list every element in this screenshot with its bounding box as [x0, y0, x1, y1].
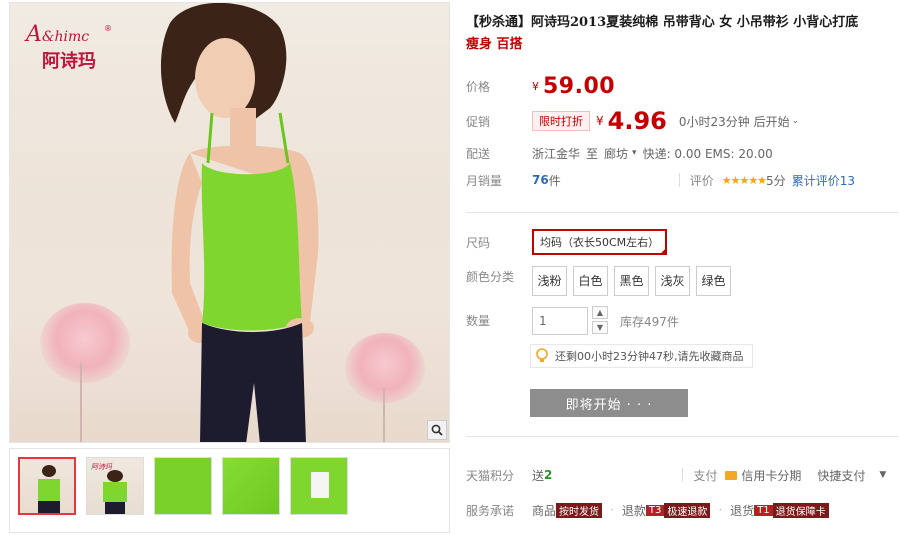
pay-label: 支付	[693, 468, 718, 483]
tip-text: 还剩00小时23分钟47秒,请先收藏商品	[555, 350, 744, 363]
sales-count: 76	[532, 173, 549, 187]
sales-unit: 件	[548, 173, 561, 188]
points-label: 天猫积分	[466, 468, 515, 483]
points-prefix: 送	[532, 468, 545, 483]
quantity-input[interactable]	[532, 307, 588, 335]
svg-text:A: A	[24, 22, 42, 47]
price-currency: ¥	[532, 79, 539, 93]
tip-row: 还剩00小时23分钟47秒,请先收藏商品	[466, 344, 898, 368]
thumbnail-strip: 阿诗玛	[9, 448, 450, 533]
color-option-1[interactable]: 浅粉	[532, 266, 567, 296]
ship-to-word: 至	[586, 146, 599, 161]
favorite-tip: 还剩00小时23分钟47秒,请先收藏商品	[530, 344, 753, 368]
size-row: 尺码 均码（衣长50CM左右）	[466, 229, 898, 255]
svg-text:&himc: &himc	[42, 29, 89, 45]
rating-score: 5分	[766, 173, 786, 188]
product-info: 【秒杀通】阿诗玛2013夏装纯棉 吊带背心 女 小吊带衫 小背心打底 瘦身 百搭…	[466, 12, 898, 518]
promo-countdown: 0小时23分钟 后开始	[678, 114, 790, 129]
quantity-label: 数量	[466, 314, 491, 328]
color-label: 颜色分类	[466, 270, 515, 284]
divider	[678, 173, 680, 187]
service-1-tag[interactable]: 按时发货	[556, 502, 603, 518]
title-main: 阿诗玛2013夏装纯棉 吊带背心 女 小吊带衫 小背心打底	[531, 15, 859, 30]
model-figure	[161, 3, 319, 442]
title-highlight: 瘦身 百搭	[466, 37, 523, 52]
service-2-badge: T3	[645, 504, 665, 516]
promo-tag: 限时打折	[532, 111, 590, 131]
thumbnail-1[interactable]	[18, 457, 76, 515]
service-2-tag[interactable]: 极速退款	[664, 502, 711, 518]
chevron-down-icon[interactable]: ▾	[632, 148, 637, 158]
size-option-selected[interactable]: 均码（衣长50CM左右）	[532, 229, 668, 255]
thumbnail-5[interactable]	[290, 457, 348, 515]
color-option-2[interactable]: 白色	[573, 266, 608, 296]
title-prefix: 【秒杀通】	[466, 15, 532, 30]
thumbnail-3[interactable]	[154, 457, 212, 515]
price-row: 价格 ¥ 59.00	[466, 73, 898, 99]
points-row: 天猫积分 送 2 支付 信用卡分期 快捷支付 ▼	[466, 463, 898, 487]
thumbnail-4[interactable]	[222, 457, 280, 515]
magnifier-icon	[431, 424, 443, 436]
service-2-prefix: 退款	[621, 503, 646, 518]
quantity-stepper: ▲ ▼	[592, 306, 608, 336]
total-reviews-link[interactable]: 累计评价13	[792, 172, 855, 189]
promo-label: 促销	[466, 114, 491, 129]
color-option-5[interactable]: 绿色	[696, 266, 731, 296]
sales-row: 月销量 76 件 评价 ★★★★★ 5分 累计评价13	[466, 168, 898, 192]
chevron-down-icon[interactable]: ⌄	[792, 116, 800, 126]
size-option-text: 均码（衣长50CM左右）	[540, 236, 660, 249]
size-label: 尺码	[466, 235, 491, 250]
increment-icon[interactable]: ▲	[592, 306, 608, 319]
zoom-button[interactable]	[427, 420, 447, 440]
stock-count: 库存497件	[620, 314, 679, 329]
sales-label: 月销量	[466, 173, 503, 188]
rating-stars: ★★★★★	[721, 173, 767, 187]
credit-card-icon	[725, 470, 738, 480]
color-row: 颜色分类 浅粉 白色 黑色 浅灰 绿色	[466, 264, 898, 298]
quick-pay[interactable]: 快捷支付	[817, 467, 865, 484]
main-product-image[interactable]: A &himc ® 阿诗玛	[9, 2, 450, 443]
svg-text:®: ®	[104, 24, 112, 33]
product-gallery: A &himc ® 阿诗玛 阿诗玛	[9, 2, 450, 533]
shipping-row: 配送 浙江金华 至 廊坊 ▾ 快递: 0.00 EMS: 20.00	[466, 141, 898, 165]
lightbulb-icon	[536, 348, 548, 362]
service-label: 服务承诺	[466, 503, 515, 518]
service-3-tag[interactable]: 退货保障卡	[772, 502, 829, 518]
color-option-3[interactable]: 黑色	[614, 266, 649, 296]
buy-button[interactable]: 即将开始 · · ·	[530, 389, 688, 417]
brand-logo-cn: 阿诗玛	[42, 51, 96, 72]
check-icon	[659, 247, 668, 255]
divider	[682, 468, 684, 482]
thumbnail-2[interactable]: 阿诗玛	[86, 457, 144, 515]
price-value: 59.00	[543, 73, 616, 99]
service-3-badge: T1	[754, 504, 773, 516]
review-label: 评价	[689, 173, 714, 188]
decrement-icon[interactable]: ▼	[592, 321, 608, 334]
credit-card-installment[interactable]: 信用卡分期	[741, 467, 801, 484]
service-1-prefix: 商品	[532, 503, 557, 518]
service-3-prefix: 退货	[730, 503, 755, 518]
chevron-down-icon[interactable]: ▼	[879, 470, 886, 480]
brand-logo: A &himc ® 阿诗玛	[24, 22, 112, 72]
service-row: 服务承诺 商品 按时发货 · 退款 T3 极速退款 · 退货 T1 退货保障卡	[466, 498, 898, 522]
price-label: 价格	[466, 79, 491, 94]
shipping-label: 配送	[466, 146, 491, 161]
section-divider	[466, 436, 898, 437]
ship-to[interactable]: 廊坊	[604, 145, 628, 162]
quantity-row: 数量 ▲ ▼ 库存497件	[466, 306, 898, 336]
ship-fees: 快递: 0.00 EMS: 20.00	[642, 146, 773, 161]
ship-from: 浙江金华	[532, 146, 581, 161]
section-divider	[466, 212, 898, 213]
product-title: 【秒杀通】阿诗玛2013夏装纯棉 吊带背心 女 小吊带衫 小背心打底 瘦身 百搭	[466, 12, 898, 56]
promo-row: 促销 限时打折 ¥ 4.96 0小时23分钟 后开始 ⌄	[466, 107, 898, 135]
color-option-4[interactable]: 浅灰	[655, 266, 690, 296]
promo-currency: ¥	[596, 114, 604, 128]
points-value: 2	[544, 468, 553, 482]
promo-price: 4.96	[607, 107, 667, 135]
